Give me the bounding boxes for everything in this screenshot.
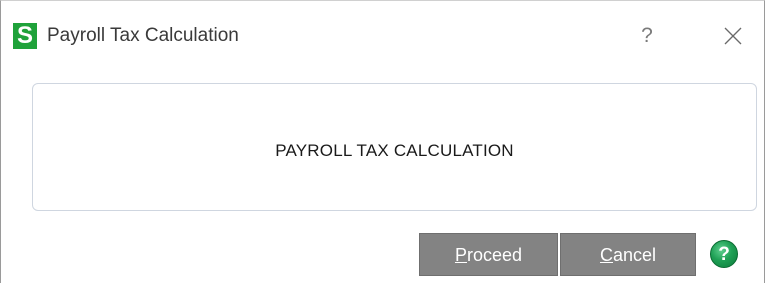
dialog-window: S Payroll Tax Calculation ? PAYROLL TAX … xyxy=(0,0,765,283)
message-panel: PAYROLL TAX CALCULATION xyxy=(32,83,757,211)
cancel-button[interactable]: Cancel xyxy=(560,233,696,276)
cancel-label: ancel xyxy=(612,245,657,265)
window-title: Payroll Tax Calculation xyxy=(47,25,239,46)
sage-app-icon: S xyxy=(13,23,37,49)
close-icon xyxy=(724,27,742,45)
cancel-hotkey: C xyxy=(599,245,613,265)
proceed-button[interactable]: Proceed xyxy=(419,233,558,276)
panel-heading: PAYROLL TAX CALCULATION xyxy=(275,141,514,160)
proceed-label: roceed xyxy=(466,245,523,265)
help-icon[interactable]: ? xyxy=(710,240,738,268)
close-button[interactable] xyxy=(713,21,753,51)
title-bar[interactable]: S Payroll Tax Calculation ? xyxy=(1,1,764,73)
title-help-button[interactable]: ? xyxy=(627,21,667,51)
proceed-hotkey: P xyxy=(454,245,467,265)
